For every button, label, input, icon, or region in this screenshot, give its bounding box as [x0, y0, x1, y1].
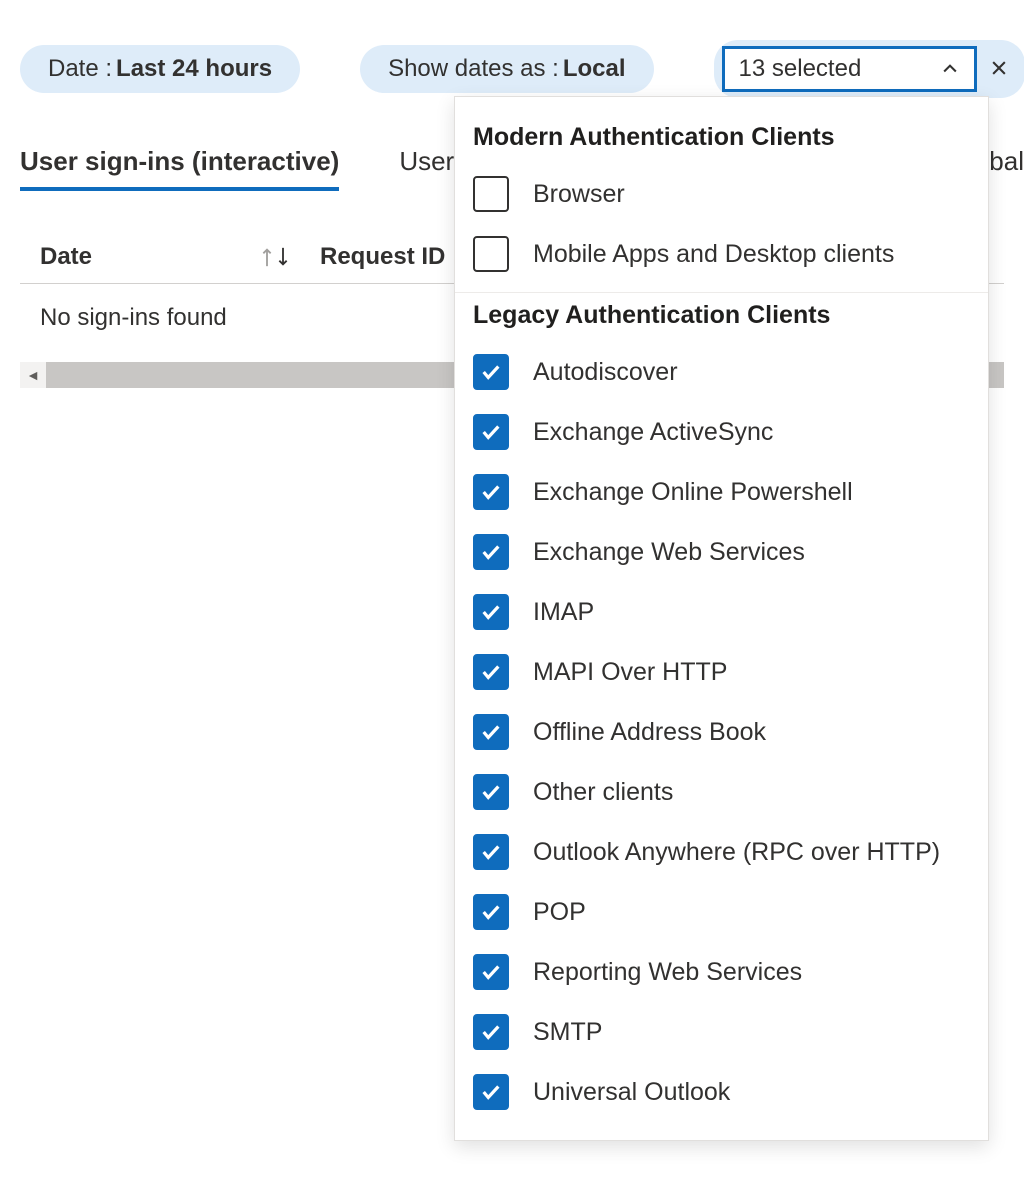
clientapp-dropdown-panel: Modern Authentication Clients Browser Mobi…: [454, 96, 989, 1141]
checkbox-icon[interactable]: [473, 1074, 509, 1110]
dropdown-option[interactable]: Outlook Anywhere (RPC over HTTP): [473, 822, 970, 882]
checkbox-icon[interactable]: [473, 594, 509, 630]
dropdown-option-label: MAPI Over HTTP: [533, 658, 727, 687]
checkbox-icon[interactable]: [473, 474, 509, 510]
checkbox-icon[interactable]: [473, 1014, 509, 1050]
checkbox-icon[interactable]: [473, 534, 509, 570]
scroll-left-icon[interactable]: ◄: [20, 362, 46, 388]
dropdown-option-label: Exchange Web Services: [533, 538, 805, 567]
dropdown-option[interactable]: Mobile Apps and Desktop clients: [473, 224, 970, 284]
group-divider: [455, 292, 988, 293]
tab-right-partial: bal: [989, 138, 1024, 191]
dropdown-option[interactable]: Autodiscover: [473, 342, 970, 402]
checkbox-icon[interactable]: [473, 176, 509, 212]
dropdown-option-label: Other clients: [533, 778, 673, 807]
dropdown-group-title: Legacy Authentication Clients: [473, 301, 970, 330]
column-date[interactable]: Date: [40, 243, 290, 271]
dropdown-option-label: Autodiscover: [533, 358, 678, 387]
sort-icon[interactable]: [260, 246, 290, 268]
tab-user-signins-interactive[interactable]: User sign-ins (interactive): [20, 138, 339, 191]
dropdown-group-title: Modern Authentication Clients: [473, 123, 970, 152]
dropdown-option[interactable]: Exchange Web Services: [473, 522, 970, 582]
checkbox-icon[interactable]: [473, 714, 509, 750]
dropdown-option-label: Outlook Anywhere (RPC over HTTP): [533, 838, 940, 867]
dropdown-option-label: Mobile Apps and Desktop clients: [533, 240, 894, 269]
checkbox-icon[interactable]: [473, 654, 509, 690]
dropdown-option[interactable]: SMTP: [473, 1002, 970, 1062]
clear-filter-icon[interactable]: [985, 53, 1013, 85]
dropdown-option[interactable]: Exchange ActiveSync: [473, 402, 970, 462]
dropdown-option[interactable]: MAPI Over HTTP: [473, 642, 970, 702]
dropdown-option-label: Universal Outlook: [533, 1078, 730, 1107]
clientapp-dropdown-trigger[interactable]: 13 selected: [722, 46, 977, 92]
dropdown-option[interactable]: Offline Address Book: [473, 702, 970, 762]
dropdown-option[interactable]: IMAP: [473, 582, 970, 642]
checkbox-icon[interactable]: [473, 954, 509, 990]
checkbox-icon[interactable]: [473, 834, 509, 870]
dropdown-option-label: Exchange Online Powershell: [533, 478, 853, 507]
checkbox-icon[interactable]: [473, 894, 509, 930]
filter-showdates-pill[interactable]: Show dates as : Local: [360, 45, 653, 93]
dropdown-option[interactable]: Exchange Online Powershell: [473, 462, 970, 522]
filter-date-pill[interactable]: Date : Last 24 hours: [20, 45, 300, 93]
filter-date-value: Last 24 hours: [116, 55, 272, 83]
dropdown-option-label: SMTP: [533, 1018, 602, 1047]
dropdown-option-label: Reporting Web Services: [533, 958, 802, 987]
clientapp-selected-text: 13 selected: [739, 55, 862, 83]
dropdown-option-label: IMAP: [533, 598, 594, 627]
checkbox-icon[interactable]: [473, 414, 509, 450]
dropdown-option-label: Exchange ActiveSync: [533, 418, 773, 447]
checkbox-icon[interactable]: [473, 354, 509, 390]
dropdown-option-label: Browser: [533, 180, 625, 209]
filter-showdates-value: Local: [563, 55, 626, 83]
dropdown-option[interactable]: Universal Outlook: [473, 1062, 970, 1122]
dropdown-option[interactable]: POP: [473, 882, 970, 942]
filter-date-label: Date :: [48, 55, 112, 83]
dropdown-option[interactable]: Other clients: [473, 762, 970, 822]
chevron-up-icon: [940, 59, 960, 79]
filter-clientapp-pill: 13 selected: [714, 40, 1024, 98]
dropdown-option-label: POP: [533, 898, 586, 927]
checkbox-icon[interactable]: [473, 236, 509, 272]
filter-showdates-label: Show dates as :: [388, 55, 559, 83]
checkbox-icon[interactable]: [473, 774, 509, 810]
dropdown-option[interactable]: Browser: [473, 164, 970, 224]
column-date-label: Date: [40, 243, 92, 271]
dropdown-option[interactable]: Reporting Web Services: [473, 942, 970, 1002]
dropdown-option-label: Offline Address Book: [533, 718, 766, 747]
